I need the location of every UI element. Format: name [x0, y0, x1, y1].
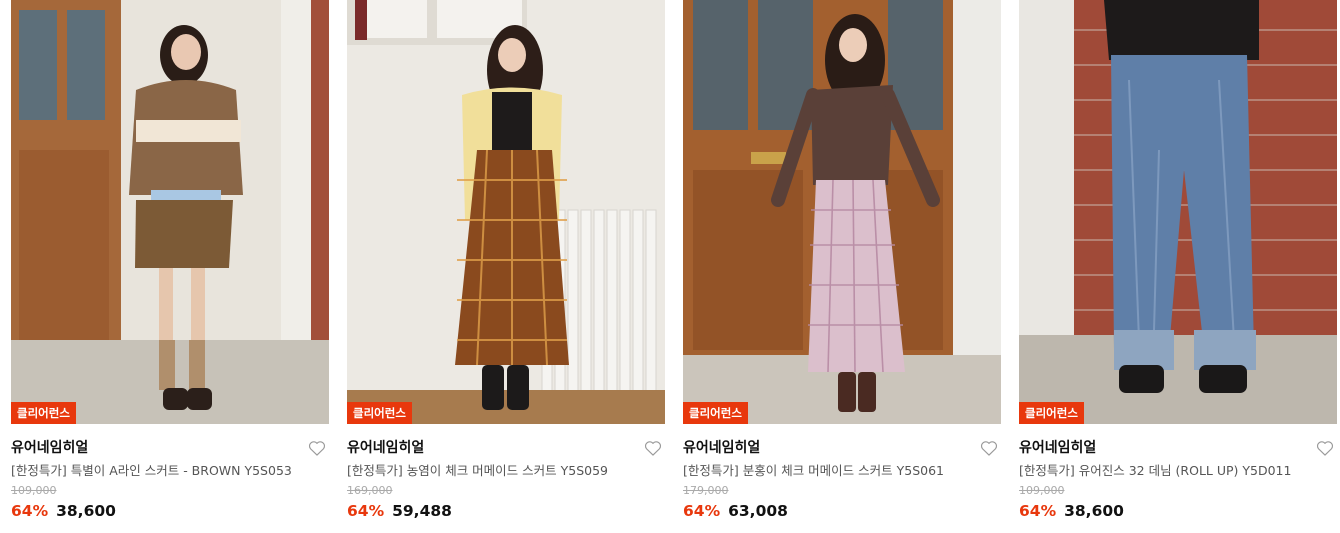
product-photo-pink-check-skirt	[683, 0, 1001, 424]
product-photo-check-skirt	[347, 0, 665, 424]
price-row: 64% 38,600	[11, 500, 329, 522]
brand-name[interactable]: 유어네임히얼	[11, 438, 329, 458]
product-card[interactable]: 클리어런스 유어네임히얼 [한정특가] 유어진스 32 데님 (ROLL UP)…	[1019, 0, 1337, 533]
original-price: 109,000	[11, 484, 57, 497]
product-image[interactable]: 클리어런스	[11, 0, 329, 424]
product-photo-brown-skirt	[11, 0, 329, 424]
clearance-badge: 클리어런스	[1019, 402, 1084, 424]
sale-price: 59,488	[392, 502, 452, 520]
product-name[interactable]: [한정특가] 분홍이 체크 머메이드 스커트 Y5S061	[683, 462, 1001, 480]
clearance-badge: 클리어런스	[11, 402, 76, 424]
product-name[interactable]: [한정특가] 농염이 체크 머메이드 스커트 Y5S059	[347, 462, 665, 480]
product-info: 유어네임히얼 [한정특가] 유어진스 32 데님 (ROLL UP) Y5D01…	[1019, 424, 1337, 522]
heart-outline-icon[interactable]	[1315, 438, 1335, 458]
discount-rate: 64%	[1019, 502, 1057, 520]
product-card[interactable]: 클리어런스 유어네임히얼 [한정특가] 농염이 체크 머메이드 스커트 Y5S0…	[347, 0, 665, 533]
price-row: 64% 59,488	[347, 500, 665, 522]
original-price: 169,000	[347, 484, 393, 497]
clearance-badge: 클리어런스	[683, 402, 748, 424]
product-info: 유어네임히얼 [한정특가] 분홍이 체크 머메이드 스커트 Y5S061 179…	[683, 424, 1001, 522]
product-card[interactable]: 클리어런스 유어네임히얼 [한정특가] 특별이 A라인 스커트 - BROWN …	[11, 0, 329, 533]
product-image[interactable]: 클리어런스	[347, 0, 665, 424]
brand-name[interactable]: 유어네임히얼	[1019, 438, 1337, 458]
product-info: 유어네임히얼 [한정특가] 특별이 A라인 스커트 - BROWN Y5S053…	[11, 424, 329, 522]
product-photo-denim-jeans	[1019, 0, 1337, 424]
product-name[interactable]: [한정특가] 특별이 A라인 스커트 - BROWN Y5S053	[11, 462, 329, 480]
sale-price: 63,008	[728, 502, 788, 520]
heart-outline-icon[interactable]	[643, 438, 663, 458]
clearance-badge: 클리어런스	[347, 402, 412, 424]
price-row: 64% 38,600	[1019, 500, 1337, 522]
sale-price: 38,600	[56, 502, 116, 520]
product-grid: 클리어런스 유어네임히얼 [한정특가] 특별이 A라인 스커트 - BROWN …	[0, 0, 1340, 533]
sale-price: 38,600	[1064, 502, 1124, 520]
product-card[interactable]: 클리어런스 유어네임히얼 [한정특가] 분홍이 체크 머메이드 스커트 Y5S0…	[683, 0, 1001, 533]
discount-rate: 64%	[11, 502, 49, 520]
heart-outline-icon[interactable]	[307, 438, 327, 458]
product-image[interactable]: 클리어런스	[1019, 0, 1337, 424]
product-name[interactable]: [한정특가] 유어진스 32 데님 (ROLL UP) Y5D011	[1019, 462, 1337, 480]
heart-outline-icon[interactable]	[979, 438, 999, 458]
product-info: 유어네임히얼 [한정특가] 농염이 체크 머메이드 스커트 Y5S059 169…	[347, 424, 665, 522]
price-row: 64% 63,008	[683, 500, 1001, 522]
brand-name[interactable]: 유어네임히얼	[683, 438, 1001, 458]
discount-rate: 64%	[347, 502, 385, 520]
original-price: 179,000	[683, 484, 729, 497]
product-image[interactable]: 클리어런스	[683, 0, 1001, 424]
brand-name[interactable]: 유어네임히얼	[347, 438, 665, 458]
original-price: 109,000	[1019, 484, 1065, 497]
discount-rate: 64%	[683, 502, 721, 520]
